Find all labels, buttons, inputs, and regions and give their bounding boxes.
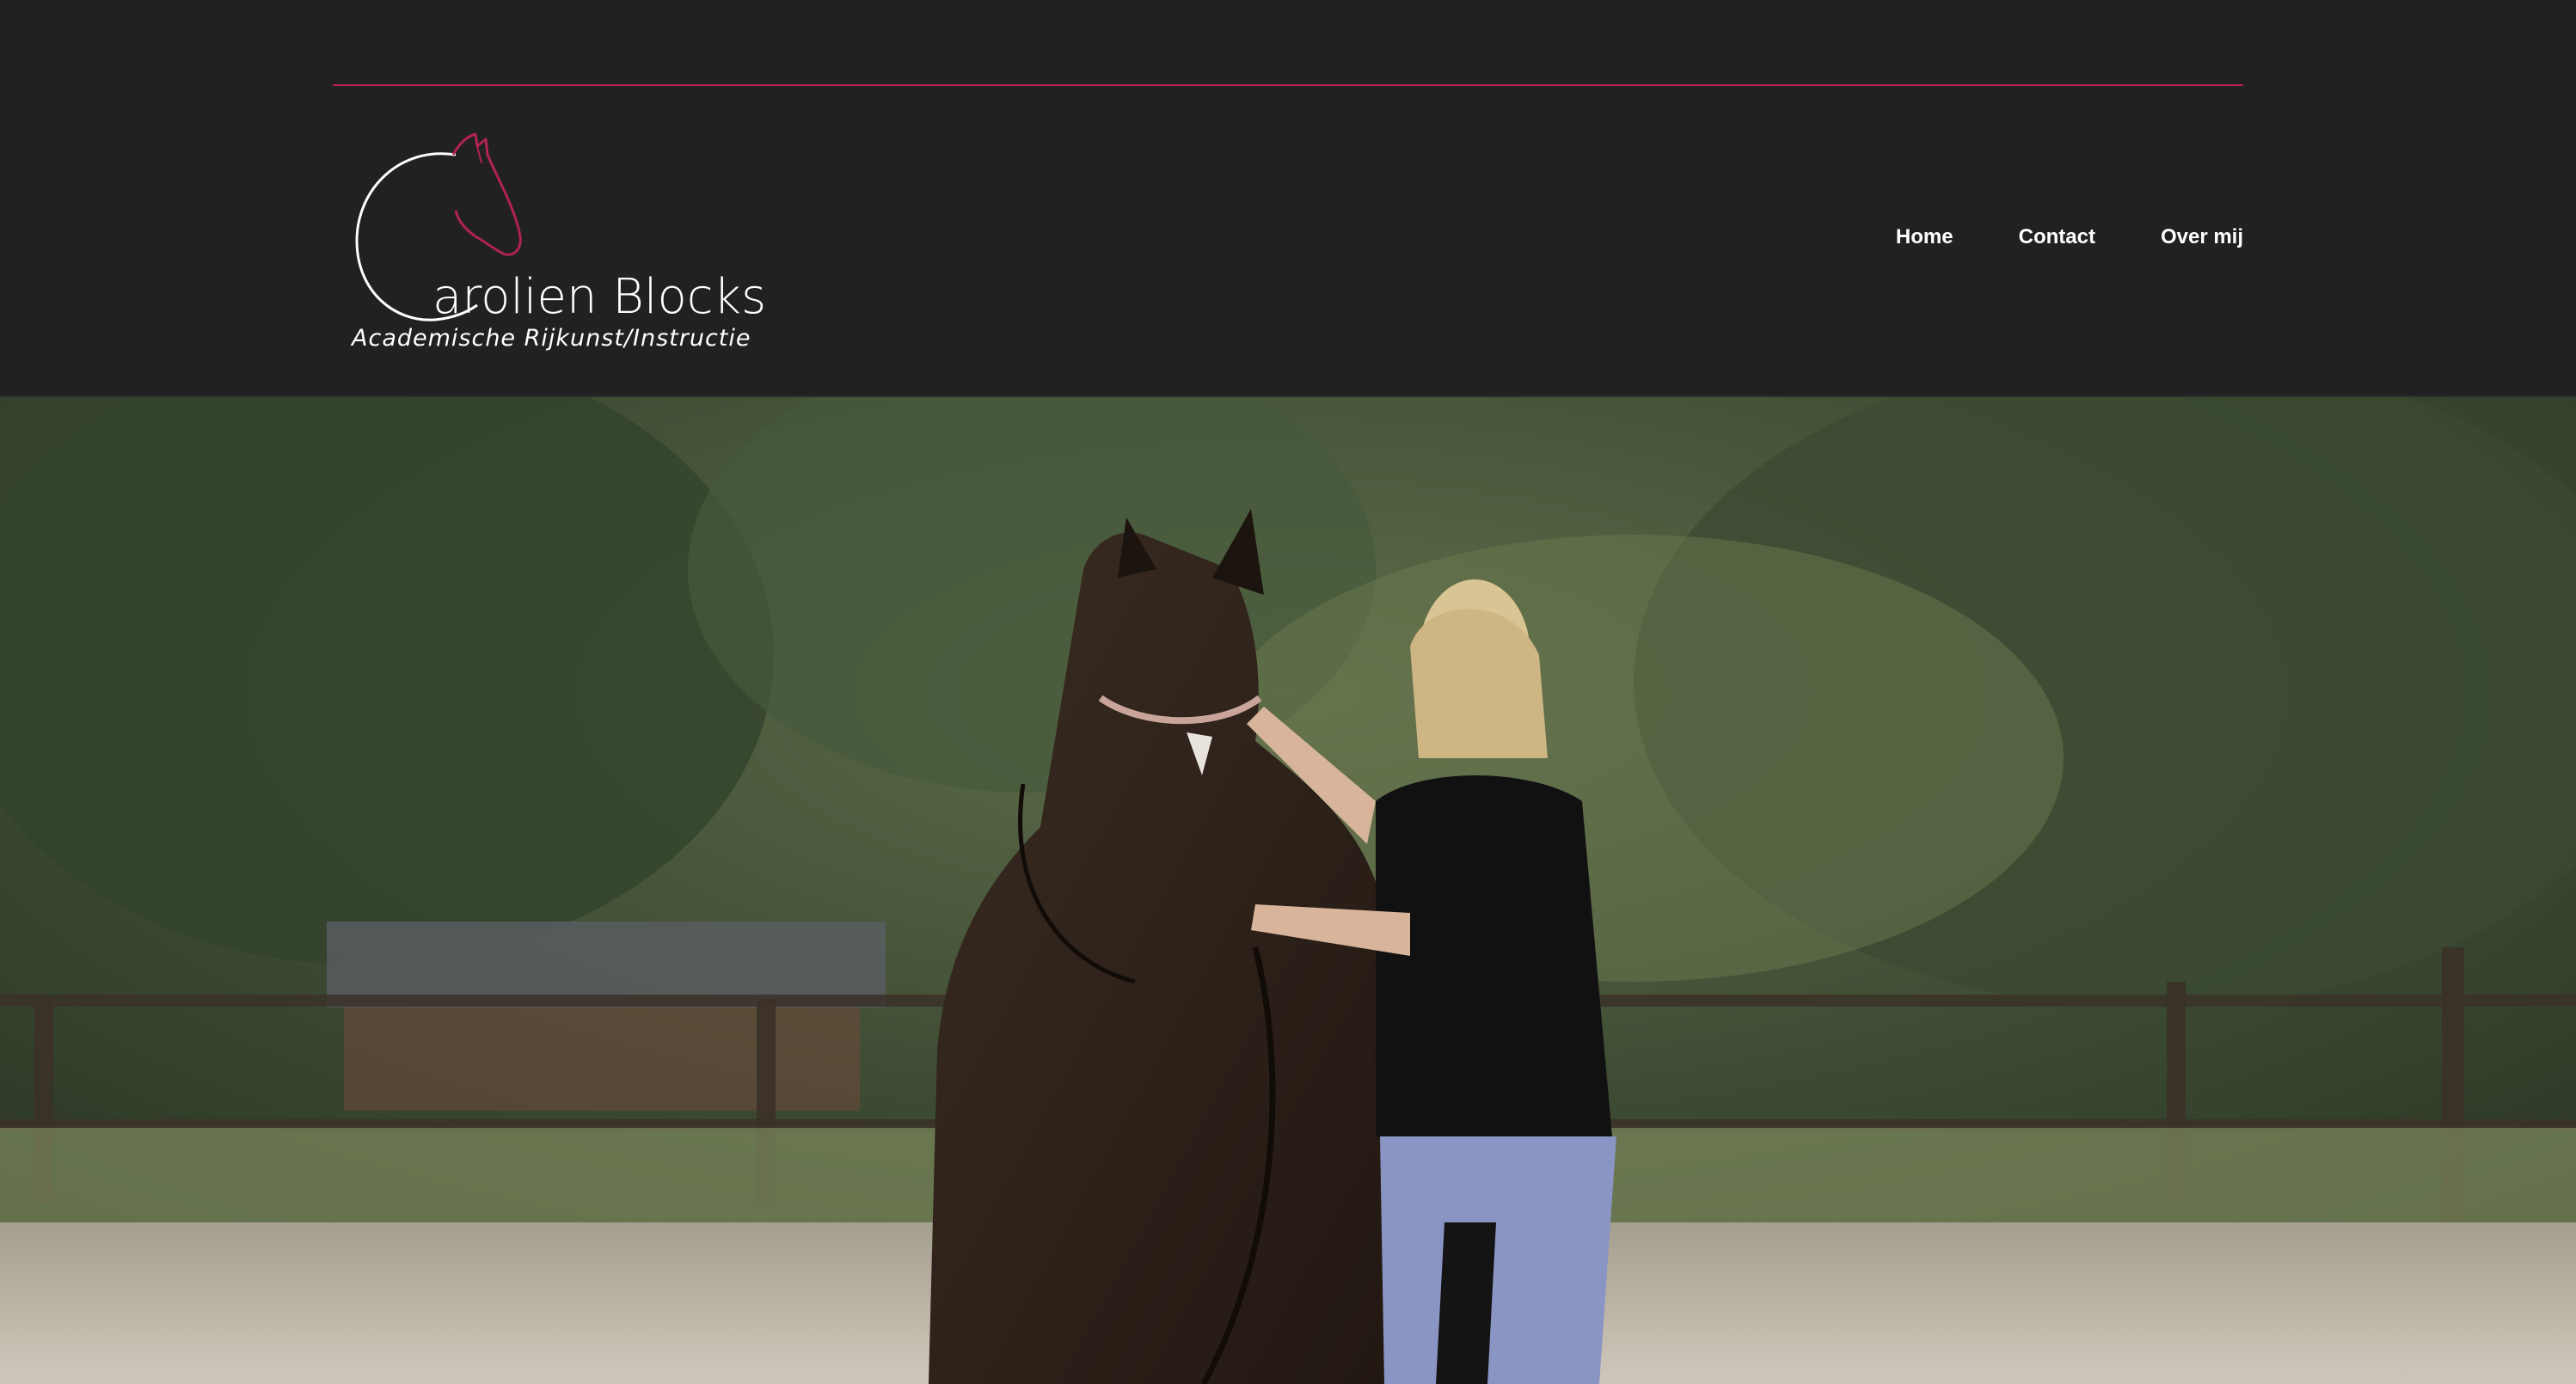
nav-over-mij-link[interactable]: Over mij [2161, 225, 2243, 249]
site-header: arolien Blocks Academische Rijkunst/Inst… [0, 0, 2576, 397]
nav-home-link[interactable]: Home [1896, 225, 1953, 249]
page: arolien Blocks Academische Rijkunst/Inst… [0, 0, 2576, 1384]
hero-photo [0, 397, 2576, 1384]
nav-contact-link[interactable]: Contact [2019, 225, 2095, 249]
site-logo[interactable]: arolien Blocks Academische Rijkunst/Inst… [348, 129, 778, 361]
main-nav: Home Contact Over mij [1896, 225, 2243, 249]
hero-photo-illustration [0, 397, 2576, 1384]
brand-name: arolien Blocks [432, 269, 767, 325]
brand-tagline: Academische Rijkunst/Instructie [352, 325, 751, 352]
accent-divider [333, 84, 2243, 86]
